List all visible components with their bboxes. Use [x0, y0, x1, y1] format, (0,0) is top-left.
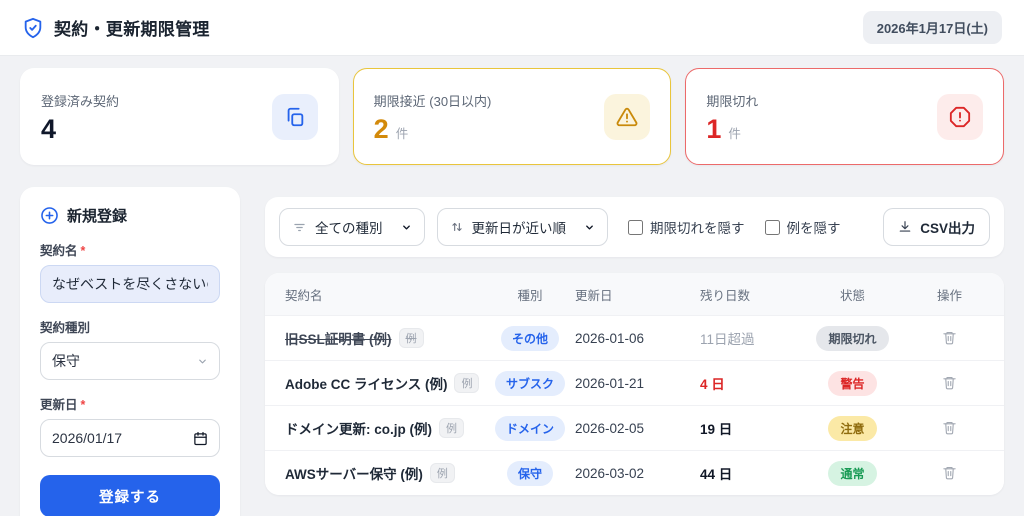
- contract-name: ドメイン更新: co.jp (例): [285, 422, 432, 437]
- chevron-down-icon: [197, 356, 208, 367]
- type-badge: その他: [500, 325, 559, 351]
- trash-icon: [942, 420, 957, 435]
- stat-unit: 件: [728, 126, 741, 141]
- delete-button[interactable]: [938, 461, 961, 484]
- col-renewal-date: 更新日: [575, 288, 613, 303]
- app-screen: 契約・更新期限管理 2026年1月17日(土) 登録済み契約 4 期限接近 (3…: [0, 0, 1024, 516]
- trash-icon: [942, 330, 957, 345]
- status-badge: 通常: [828, 460, 877, 486]
- hide-examples-checkbox[interactable]: 例を隠す: [764, 217, 841, 237]
- hide-examples-checkbox-input[interactable]: [764, 219, 780, 235]
- stat-card-registered: 登録済み契約 4: [20, 68, 339, 165]
- trash-icon: [942, 375, 957, 390]
- stat-value: 1: [706, 113, 722, 144]
- days-remaining: 4 日: [700, 377, 725, 392]
- stat-label: 登録済み契約: [41, 93, 120, 109]
- col-status: 状態: [839, 288, 865, 303]
- type-badge: サブスク: [494, 370, 565, 396]
- contract-type-select[interactable]: 保守: [40, 342, 220, 380]
- new-registration-form: 新規登録 契約名* 契約種別 保守 更新日* 2026/01/17: [20, 187, 240, 516]
- col-type: 種別: [517, 288, 543, 303]
- shield-check-icon: [22, 17, 44, 39]
- circle-plus-icon: [40, 206, 59, 225]
- hide-expired-checkbox[interactable]: 期限切れを隠す: [628, 217, 745, 237]
- contract-name-label: 契約名 *: [40, 244, 86, 258]
- stat-value: 4: [41, 113, 57, 144]
- table-row: AWSサーバー保守 (例) 例 保守 2026-03-02 44 日 通常: [265, 450, 1004, 495]
- chevron-down-icon: [401, 222, 412, 233]
- stat-label: 期限切れ: [706, 93, 759, 109]
- chevron-down-icon: [584, 222, 595, 233]
- renewal-date: 2026-03-02: [575, 465, 645, 481]
- example-badge: 例: [439, 418, 464, 438]
- register-button[interactable]: 登録する: [40, 475, 220, 516]
- col-contract-name: 契約名: [285, 288, 323, 303]
- stat-card-approaching: 期限接近 (30日以内) 2 件: [352, 68, 672, 165]
- example-badge: 例: [429, 463, 455, 483]
- csv-export-button[interactable]: CSV出力: [883, 208, 990, 246]
- alert-octagon-icon: [936, 93, 983, 140]
- col-operations: 操作: [936, 288, 962, 303]
- renewal-date-label: 更新日 *: [40, 398, 86, 412]
- type-filter-select[interactable]: 全ての種別: [279, 208, 425, 246]
- list-section: 全ての種別 更新日が近い順 期限切れを隠す 例を隠す CSV出力 契約名 種別 …: [265, 187, 1004, 495]
- table-header-row: 契約名 種別 更新日 残り日数 状態 操作: [265, 273, 1004, 315]
- calendar-icon: [193, 431, 208, 446]
- table-row: Adobe CC ライセンス (例) 例 サブスク 2026-01-21 4 日…: [265, 360, 1004, 405]
- filter-lines-icon: [292, 220, 307, 235]
- arrow-up-down-icon: [450, 220, 464, 234]
- stat-unit: 件: [395, 126, 409, 141]
- example-badge: 例: [398, 328, 424, 348]
- type-badge: 保守: [506, 460, 553, 486]
- days-remaining: 19 日: [700, 422, 733, 437]
- stat-value: 2: [373, 113, 389, 144]
- days-remaining: 11日超過: [700, 332, 755, 347]
- renewal-date-input[interactable]: 2026/01/17: [40, 419, 220, 457]
- form-title: 新規登録: [67, 208, 128, 225]
- trash-icon: [942, 465, 957, 480]
- table-row: 旧SSL証明書 (例) 例 その他 2026-01-06 11日超過 期限切れ: [265, 315, 1004, 360]
- contract-name: AWSサーバー保守 (例): [285, 467, 423, 482]
- documents-icon: [271, 93, 318, 140]
- current-date-badge: 2026年1月17日(土): [862, 11, 1002, 44]
- contract-type-label: 契約種別: [40, 321, 91, 335]
- contract-name: 旧SSL証明書 (例): [285, 332, 392, 347]
- contract-name-input[interactable]: [40, 265, 220, 303]
- hide-expired-checkbox-input[interactable]: [628, 219, 643, 235]
- delete-button[interactable]: [938, 416, 961, 439]
- status-badge: 注意: [828, 415, 877, 441]
- page-title: 契約・更新期限管理: [54, 20, 210, 39]
- renewal-date: 2026-01-21: [575, 375, 645, 391]
- example-badge: 例: [454, 373, 480, 393]
- sort-order-select[interactable]: 更新日が近い順: [436, 208, 608, 246]
- stat-label: 期限接近 (30日以内): [373, 93, 492, 109]
- list-toolbar: 全ての種別 更新日が近い順 期限切れを隠す 例を隠す CSV出力: [265, 197, 1004, 257]
- status-badge: 期限切れ: [816, 325, 889, 351]
- table-row: ドメイン更新: co.jp (例) 例 ドメイン 2026-02-05 19 日…: [265, 405, 1004, 450]
- col-days-remaining: 残り日数: [700, 288, 751, 303]
- status-badge: 警告: [828, 370, 877, 396]
- download-icon: [898, 220, 912, 234]
- stats-row: 登録済み契約 4 期限接近 (30日以内) 2 件 期限切れ 1 件: [20, 68, 1004, 165]
- renewal-date: 2026-02-05: [575, 420, 645, 436]
- topbar: 契約・更新期限管理 2026年1月17日(土): [0, 0, 1024, 56]
- contracts-table: 契約名 種別 更新日 残り日数 状態 操作 旧SSL証明書 (例) 例 その他 …: [265, 273, 1004, 495]
- table-body: 旧SSL証明書 (例) 例 その他 2026-01-06 11日超過 期限切れ: [265, 315, 1004, 495]
- delete-button[interactable]: [938, 371, 961, 394]
- stat-card-expired: 期限切れ 1 件: [685, 68, 1004, 165]
- warning-triangle-icon: [604, 93, 651, 140]
- type-badge: ドメイン: [494, 415, 565, 441]
- contract-name: Adobe CC ライセンス (例): [285, 377, 448, 392]
- delete-button[interactable]: [938, 326, 961, 349]
- renewal-date: 2026-01-06: [575, 330, 645, 346]
- days-remaining: 44 日: [700, 467, 733, 482]
